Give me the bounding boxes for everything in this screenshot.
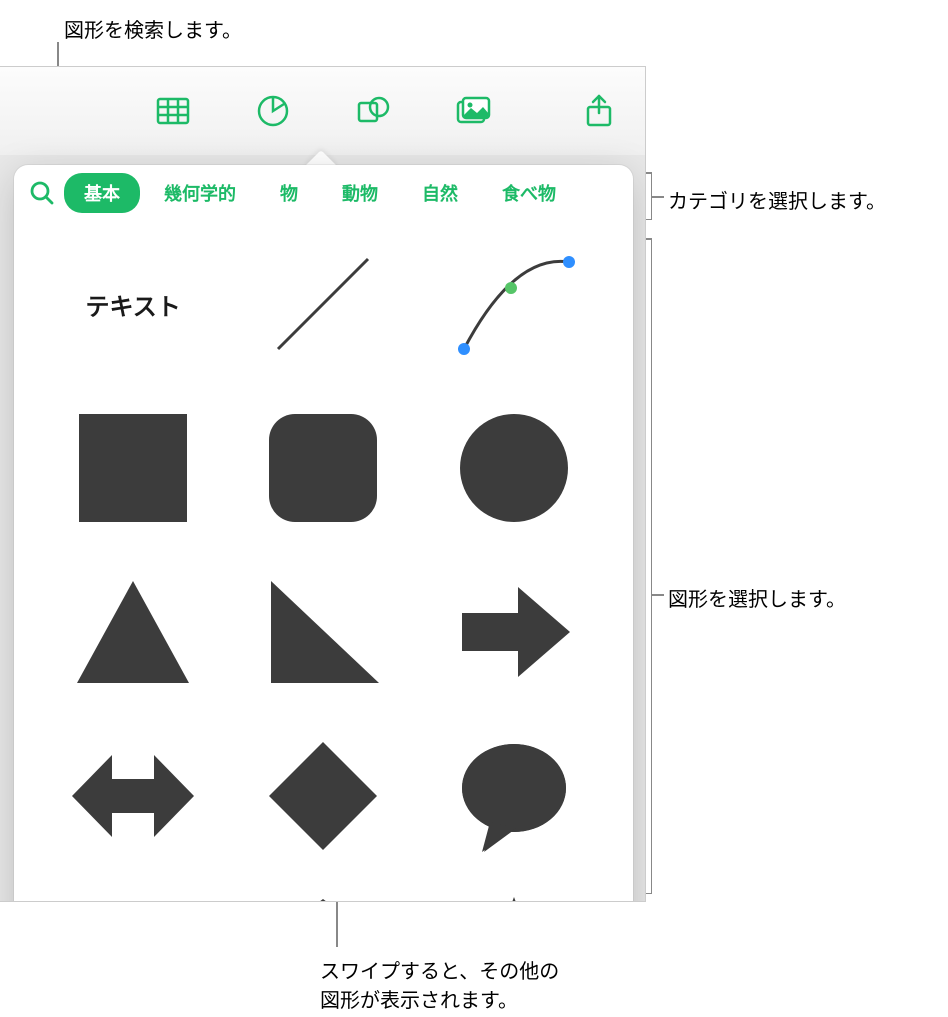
chart-icon[interactable]: [251, 89, 295, 133]
shape-rounded-bottom-rect[interactable]: [68, 895, 198, 902]
share-icon[interactable]: [577, 89, 621, 133]
shape-arrow-right[interactable]: [449, 567, 579, 697]
category-tab-food[interactable]: 食べ物: [482, 173, 576, 213]
shape-rounded-square[interactable]: [258, 403, 388, 533]
annotation-line: [336, 895, 338, 947]
shape-pentagon[interactable]: [258, 895, 388, 902]
annotation-line: [652, 594, 664, 596]
shape-text[interactable]: テキスト: [68, 239, 198, 369]
shape-text-label: テキスト: [86, 287, 181, 322]
shape-right-triangle[interactable]: [258, 567, 388, 697]
shapes-popover: 基本 幾何学的 物 動物 自然 食べ物 テキスト: [14, 165, 633, 902]
annotation-search: 図形を検索します。: [64, 14, 242, 43]
toolbar: [0, 67, 645, 155]
table-icon[interactable]: [151, 89, 195, 133]
search-icon[interactable]: [24, 175, 60, 211]
annotation-category: カテゴリを選択します。: [668, 185, 886, 214]
annotation-swipe: スワイプすると、その他の 図形が表示されます。: [320, 955, 559, 1013]
category-tab-animals[interactable]: 動物: [322, 173, 398, 213]
shape-speech-bubble[interactable]: [449, 731, 579, 861]
shape-circle[interactable]: [449, 403, 579, 533]
app-window: 基本 幾何学的 物 動物 自然 食べ物 テキスト: [0, 66, 646, 902]
shape-square[interactable]: [68, 403, 198, 533]
shape-curve[interactable]: [449, 239, 579, 369]
annotation-line: [652, 196, 664, 198]
shape-line[interactable]: [258, 239, 388, 369]
shape-icon[interactable]: [351, 89, 395, 133]
shape-star[interactable]: [449, 895, 579, 902]
annotation-select-shape: 図形を選択します。: [668, 583, 846, 612]
shape-triangle[interactable]: [68, 567, 198, 697]
category-tab-geometric[interactable]: 幾何学的: [144, 173, 256, 213]
shapes-grid: テキスト: [14, 221, 633, 902]
category-bar: 基本 幾何学的 物 動物 自然 食べ物: [14, 165, 633, 221]
category-tab-nature[interactable]: 自然: [402, 173, 478, 213]
shape-diamond[interactable]: [258, 731, 388, 861]
category-tab-basic[interactable]: 基本: [64, 173, 140, 213]
category-tab-objects[interactable]: 物: [260, 173, 318, 213]
shape-double-arrow[interactable]: [68, 731, 198, 861]
media-icon[interactable]: [451, 89, 495, 133]
